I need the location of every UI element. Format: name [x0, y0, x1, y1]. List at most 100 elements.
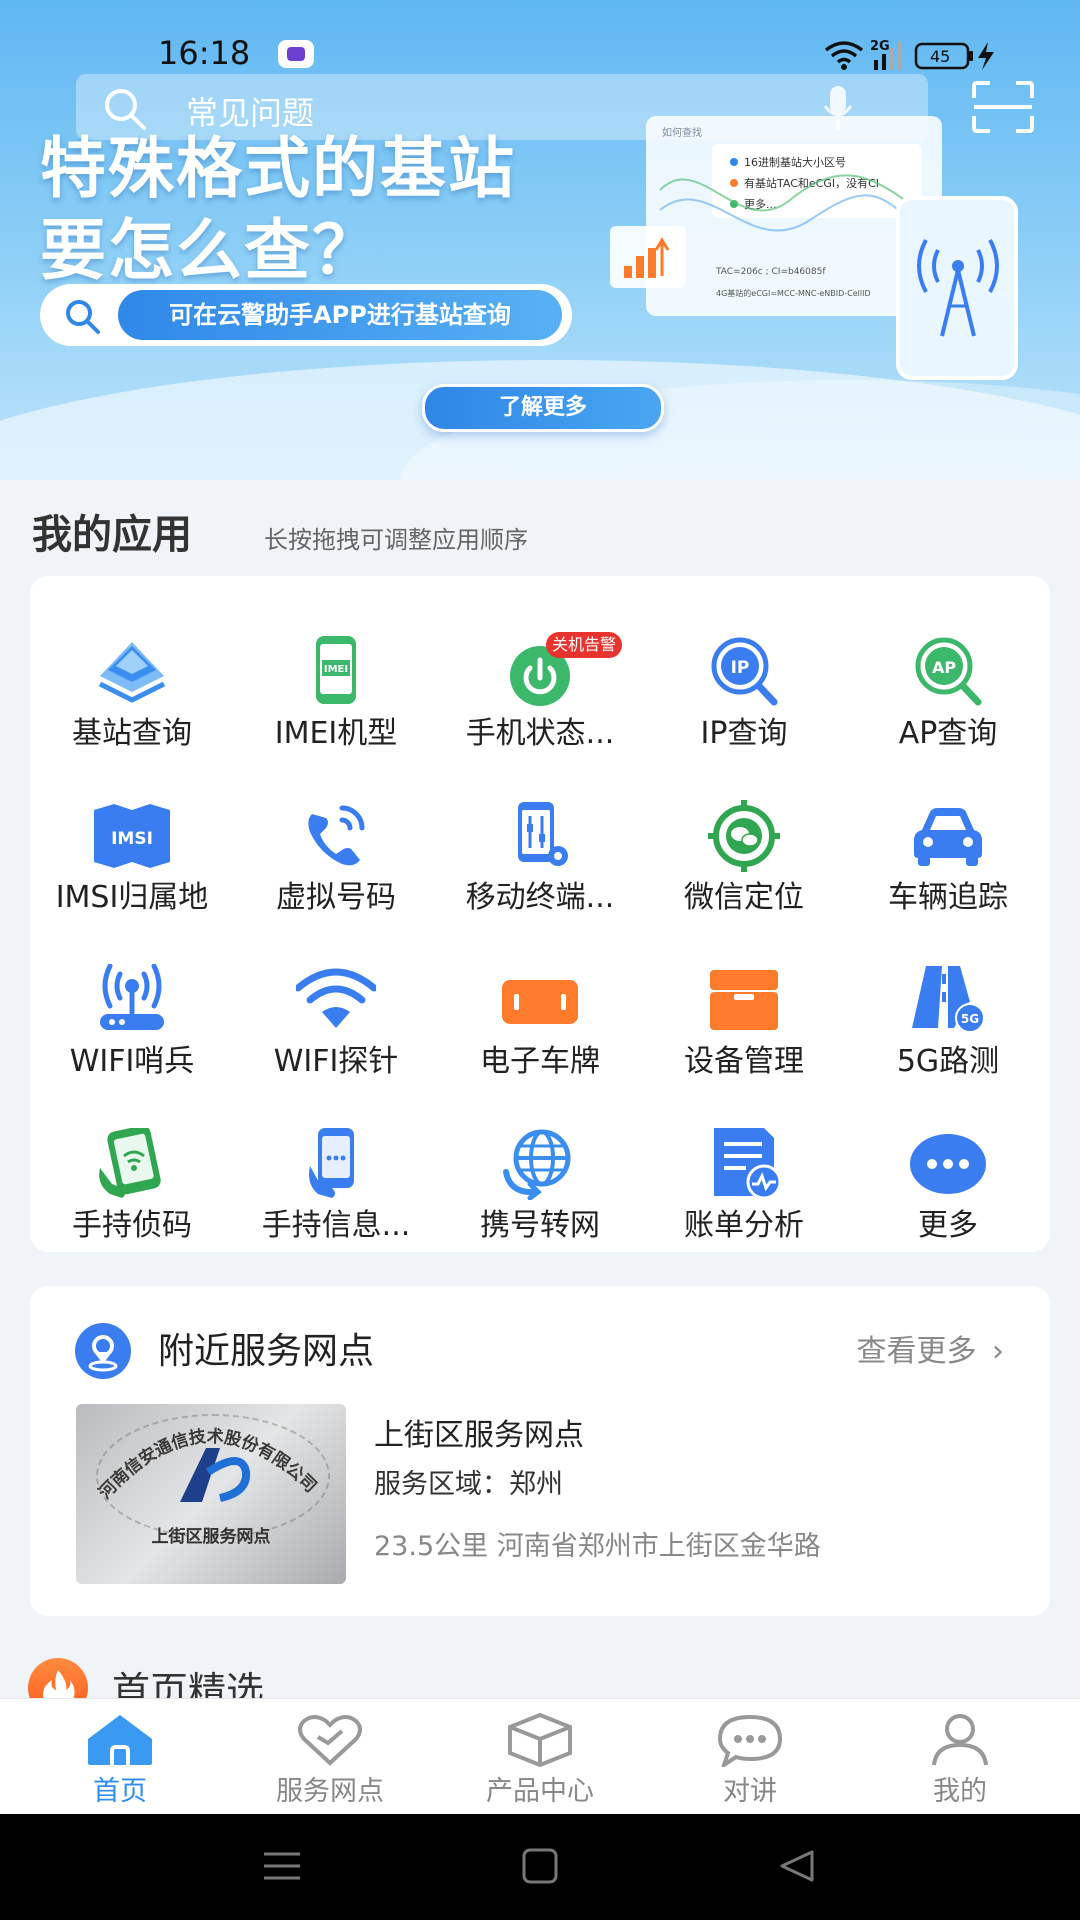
ap-search-icon: AP [915, 637, 982, 706]
ip-search-icon: IP [711, 637, 778, 706]
tab-mine[interactable]: 我的 [852, 1713, 1068, 1813]
illus-item-1: 16进制基站大小区号 [744, 155, 846, 169]
location-pin-icon [75, 1323, 131, 1379]
app-ap-query[interactable]: AP AP查询 [846, 636, 1050, 766]
my-apps-title: 我的应用 [32, 512, 192, 558]
tab-label: 对讲 [723, 1776, 777, 1807]
battery-icon: 45 [914, 42, 973, 70]
app-imsi-location[interactable]: IMSI IMSI归属地 [30, 800, 234, 930]
alarm-badge: 关机告警 [546, 632, 623, 658]
heart-icon [298, 1715, 362, 1766]
app-device-management[interactable]: 设备管理 [642, 964, 846, 1094]
license-plate-icon [502, 980, 578, 1024]
app-label: IP查询 [700, 716, 788, 751]
terminal-settings-icon [518, 802, 568, 866]
tab-label: 服务网点 [276, 1776, 384, 1807]
banner-query-pill[interactable]: 可在云警助手APP进行基站查询 [40, 284, 572, 346]
app-imei-model[interactable]: IMEI IMEI机型 [234, 636, 438, 766]
app-wechat-location[interactable]: 微信定位 [642, 800, 846, 930]
search-icon [105, 89, 146, 130]
app-virtual-number[interactable]: 虚拟号码 [234, 800, 438, 930]
learn-more-button[interactable]: 了解更多 [422, 384, 664, 432]
back-icon[interactable] [778, 1848, 816, 1884]
app-handheld-info[interactable]: 手持信息... [234, 1128, 438, 1258]
app-label: WIFI探针 [273, 1044, 399, 1079]
tab-label: 我的 [933, 1776, 987, 1807]
app-ip-query[interactable]: IP IP查询 [642, 636, 846, 766]
app-label: 更多 [918, 1208, 978, 1243]
status-bar: 16:18 2G 45 [0, 0, 1080, 76]
app-bill-analysis[interactable]: 账单分析 [642, 1128, 846, 1258]
logo-ring-text: 河南信安通信技术股份有限公司 [95, 1426, 320, 1504]
view-more-label: 查看更多 [856, 1334, 977, 1369]
home-button-icon[interactable] [522, 1848, 558, 1884]
service-area-value: 郑州 [509, 1469, 563, 1500]
app-label: AP查询 [898, 716, 998, 751]
home-icon [88, 1715, 152, 1765]
road-5g-icon: 5G [912, 966, 985, 1033]
app-label: 设备管理 [684, 1044, 804, 1079]
menu-icon[interactable] [262, 1848, 302, 1884]
app-label: 基站查询 [72, 716, 192, 751]
app-more[interactable]: 更多 [846, 1128, 1050, 1258]
app-label: IMSI归属地 [55, 880, 209, 915]
app-wifi-probe[interactable]: WIFI探针 [234, 964, 438, 1094]
tab-service-points[interactable]: 服务网点 [222, 1713, 438, 1813]
service-area-label: 服务区域： [374, 1469, 509, 1500]
app-wifi-sentinel[interactable]: WIFI哨兵 [30, 964, 234, 1094]
app-base-station[interactable]: 基站查询 [30, 636, 234, 766]
svg-text:IP: IP [731, 658, 750, 678]
nearby-title: 附近服务网点 [158, 1331, 375, 1372]
app-label: 手机状态... [465, 716, 615, 751]
tab-home[interactable]: 首页 [12, 1713, 228, 1813]
app-label: 手持信息... [261, 1208, 411, 1243]
handheld-info-icon [309, 1128, 354, 1198]
chat-bubble-icon [717, 1714, 783, 1767]
illus-line-2: 4G基站的eCGI=MCC-MNC-eNBID-CellID [716, 288, 871, 298]
app-label: 电子车牌 [480, 1044, 600, 1079]
app-vehicle-tracking[interactable]: 车辆追踪 [846, 800, 1050, 930]
app-number-portability[interactable]: 携号转网 [438, 1128, 642, 1258]
app-handheld-detect[interactable]: 手持侦码 [30, 1128, 234, 1258]
search-icon [66, 300, 100, 334]
app-label: WIFI哨兵 [69, 1044, 195, 1079]
app-phone-status[interactable]: 关机告警 手机状态... [438, 632, 642, 766]
service-point-image[interactable]: 上街区服务网点 河南信安通信技术股份有限公司 [76, 1404, 346, 1584]
app-label: 手持侦码 [72, 1208, 192, 1243]
app-label: IMEI机型 [274, 716, 398, 751]
my-apps-subtitle: 长按拖拽可调整应用顺序 [264, 526, 528, 554]
status-time: 16:18 [158, 34, 251, 72]
banner-headline: 特殊格式的基站 要怎么查？ [40, 128, 600, 292]
headline-line-1: 特殊格式的基站 [40, 130, 516, 207]
more-icon [910, 1134, 986, 1194]
wifi-icon [824, 41, 864, 70]
globe-transfer-icon [503, 1129, 571, 1200]
apps-grid: 基站查询 IMEI IMEI机型 关机告警 手机状态... IP IP查询 AP… [30, 576, 1050, 1252]
car-icon [914, 808, 982, 866]
chevron-right-icon: › [992, 1334, 1004, 1369]
tab-product-center[interactable]: 产品中心 [432, 1713, 648, 1813]
app-electronic-plate[interactable]: 电子车牌 [438, 964, 642, 1094]
illus-item-2: 有基站TAC和eCGI，没有CI [744, 176, 879, 190]
svg-text:AP: AP [932, 658, 956, 677]
wechat-target-icon [708, 800, 780, 872]
box-icon [508, 1713, 572, 1767]
svg-text:5G: 5G [961, 1012, 979, 1026]
headline-line-2: 要怎么查？ [40, 212, 380, 289]
system-navigation-bar [0, 1814, 1080, 1920]
notification-app-icon [278, 40, 314, 68]
app-label: 车辆追踪 [888, 880, 1008, 915]
app-mobile-terminal[interactable]: 移动终端... [438, 800, 642, 930]
app-label: 移动终端... [465, 880, 615, 915]
battery-level: 45 [930, 47, 950, 66]
app-5g-road-test[interactable]: 5G 5G路测 [846, 964, 1050, 1094]
svg-text:河南信安通信技术股份有限公司: 河南信安通信技术股份有限公司 [95, 1426, 320, 1504]
bottom-tab-bar: 首页 服务网点 产品中心 对讲 我的 [0, 1698, 1080, 1815]
service-point-name[interactable]: 上街区服务网点 [374, 1410, 584, 1454]
tab-intercom[interactable]: 对讲 [642, 1713, 858, 1813]
wifi-icon [296, 968, 376, 1028]
view-more-link[interactable]: 查看更多 › [856, 1326, 1004, 1370]
svg-text:IMEI: IMEI [324, 664, 348, 675]
phone-call-icon [308, 805, 365, 866]
status-icons: 2G 45 [824, 39, 994, 70]
